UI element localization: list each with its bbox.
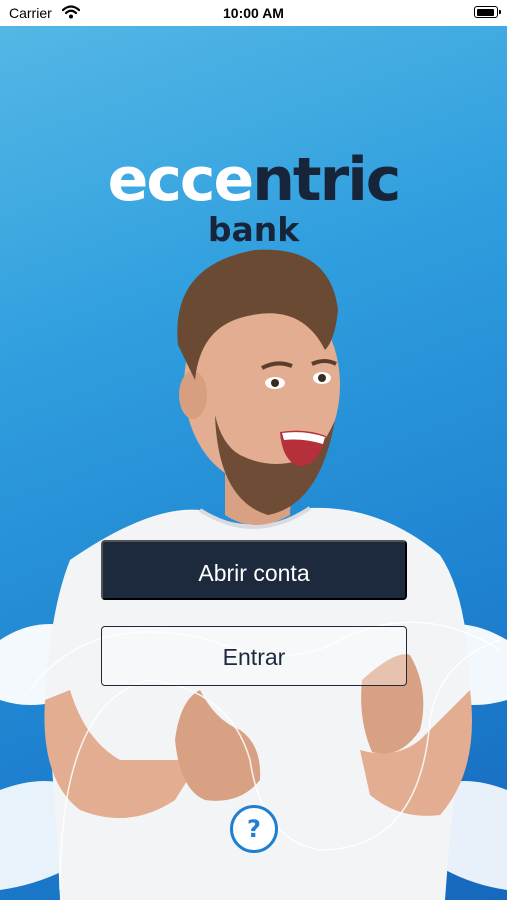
open-account-button[interactable]: Abrir conta [101,540,407,600]
login-screen: Carrier 10:00 AM eccentric bank Abrir co… [0,0,507,900]
sign-in-button[interactable]: Entrar [101,626,407,686]
question-mark-icon[interactable]: ? [230,805,278,853]
battery-fill [476,8,494,16]
decorative-outline-shapes [29,621,501,891]
battery-icon [474,6,501,18]
status-time: 10:00 AM [223,5,284,21]
status-bar: Carrier 10:00 AM [0,0,507,26]
